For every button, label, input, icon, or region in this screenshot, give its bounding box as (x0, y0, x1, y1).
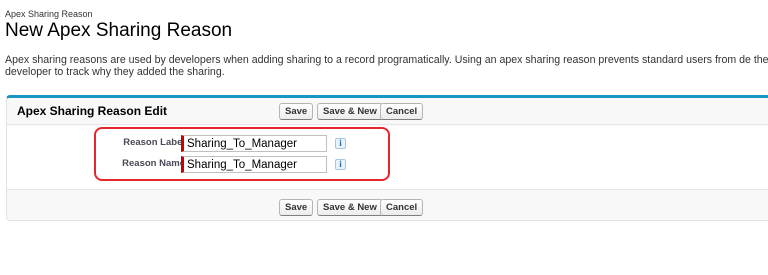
cancel-button[interactable]: Cancel (380, 103, 424, 120)
save-new-button[interactable]: Save & New (317, 103, 383, 120)
cancel-button-bottom[interactable]: Cancel (380, 199, 424, 216)
breadcrumb: Apex Sharing Reason (5, 9, 93, 19)
page-description: Apex sharing reasons are used by develop… (5, 54, 768, 78)
save-new-button-bottom[interactable]: Save & New (317, 199, 383, 216)
highlight-annotation (94, 127, 390, 181)
page-title: New Apex Sharing Reason (5, 20, 233, 41)
save-button[interactable]: Save (279, 103, 314, 120)
panel-header: Apex Sharing Reason Edit Save Save & New… (7, 98, 768, 125)
save-button-bottom[interactable]: Save (279, 199, 314, 216)
panel-title: Apex Sharing Reason Edit (17, 104, 168, 118)
